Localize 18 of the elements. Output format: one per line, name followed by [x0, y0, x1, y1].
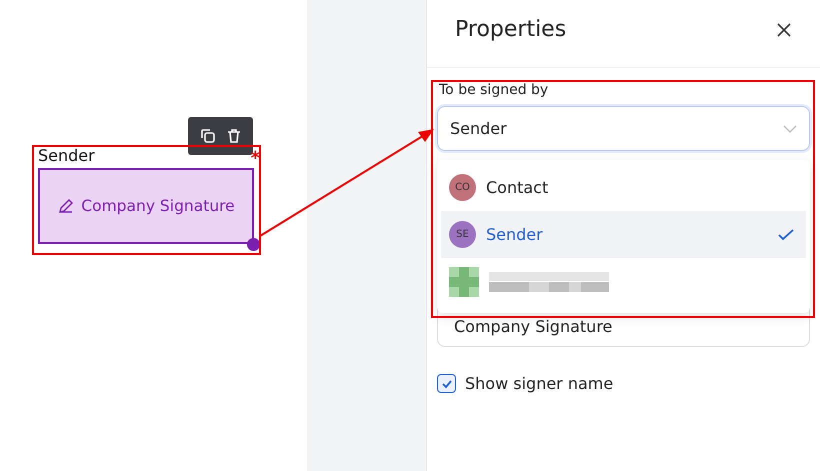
- field-label: To be signed by: [439, 82, 550, 98]
- required-mark: *: [250, 150, 260, 168]
- avatar: CO: [449, 174, 476, 201]
- signer-label: Sender: [38, 146, 96, 167]
- close-icon[interactable]: [776, 22, 792, 38]
- dropdown-option[interactable]: CO Contact: [441, 164, 806, 211]
- pen-icon: [57, 197, 76, 215]
- avatar: SE: [449, 221, 476, 248]
- chevron-icon: [783, 124, 797, 132]
- panel-title: Properties: [455, 17, 566, 42]
- signature-field[interactable]: Company Signature: [38, 168, 254, 244]
- signer-select[interactable]: Sender: [437, 106, 810, 151]
- field-label: Company Signature: [81, 197, 235, 215]
- checkbox[interactable]: [437, 374, 456, 393]
- checkbox-label: Show signer name: [465, 374, 614, 393]
- check-icon: [778, 228, 794, 240]
- copy-icon[interactable]: [198, 127, 216, 145]
- dropdown-option[interactable]: SE Sender: [441, 211, 806, 258]
